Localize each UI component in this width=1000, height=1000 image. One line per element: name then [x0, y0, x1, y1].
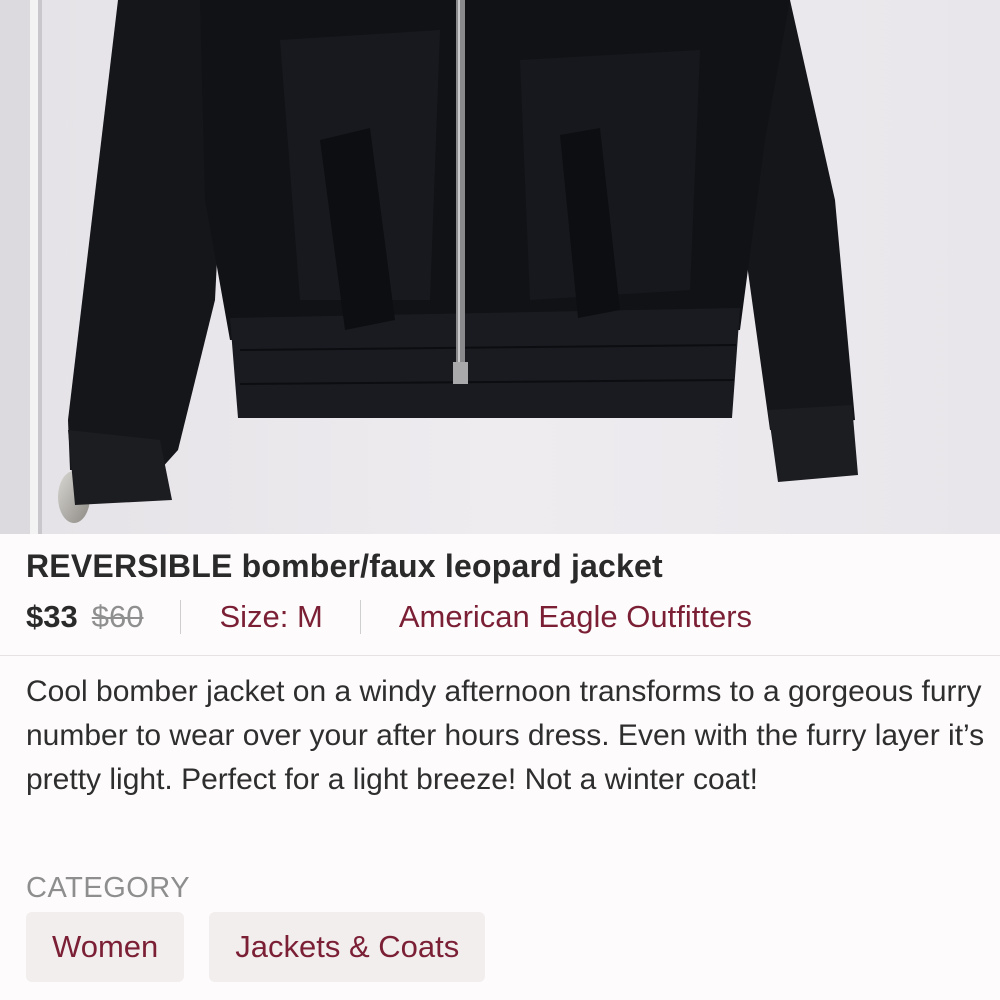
divider	[180, 600, 182, 634]
category-chip-jackets-coats[interactable]: Jackets & Coats	[209, 912, 486, 982]
size-label[interactable]: Size: M	[219, 599, 322, 635]
listing-meta-row: $33 $60 Size: M American Eagle Outfitter…	[26, 597, 752, 637]
product-photo[interactable]	[0, 0, 1000, 534]
category-heading: CATEGORY	[26, 872, 191, 904]
category-chip-women[interactable]: Women	[26, 912, 185, 982]
listing-page: REVERSIBLE bomber/faux leopard jacket $3…	[0, 0, 1000, 1000]
price: $33	[26, 599, 78, 634]
category-chips: Women Jackets & Coats	[26, 912, 486, 982]
original-price: $60	[91, 599, 144, 634]
brand-link[interactable]: American Eagle Outfitters	[399, 599, 752, 635]
listing-description: Cool bomber jacket on a windy afternoon …	[26, 675, 985, 796]
listing-title: REVERSIBLE bomber/faux leopard jacket	[26, 548, 663, 584]
jacket-image	[0, 0, 1000, 534]
section-divider	[0, 655, 1000, 656]
divider	[359, 600, 361, 634]
